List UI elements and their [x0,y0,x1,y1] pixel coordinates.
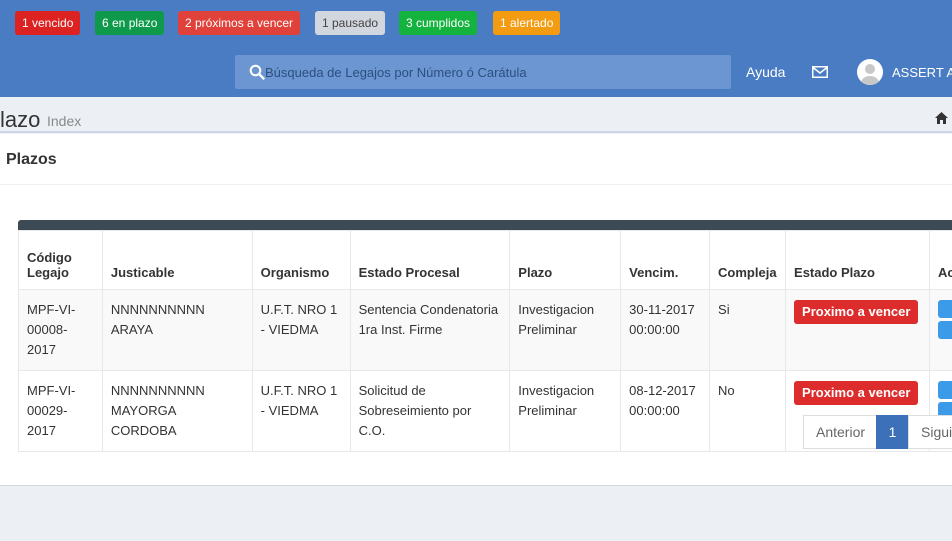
badge-vencido[interactable]: 1 vencido [15,11,81,35]
col-organismo[interactable]: Organismo [251,230,351,290]
col-acciones: Ac [929,230,952,290]
badge-en-plazo[interactable]: 6 en plazo [95,11,165,35]
cell-estado-procesal: Sentencia Condenatoria 1ra Inst. Firme [349,289,511,371]
col-plazo[interactable]: Plazo [509,230,622,290]
top-navbar: 1 vencido 6 en plazo 2 próximos a vencer… [0,0,952,97]
user-name[interactable]: ASSERT AS [892,65,952,80]
table-header-row: Código Legajo Justicable Organismo Estad… [18,230,952,290]
cell-justicable: NNNNNNNNNN MAYORGA CORDOBA [101,370,253,452]
cell-organismo: U.F.T. NRO 1 - VIEDMA [251,289,351,371]
pagination-next[interactable]: Siguiente [908,415,952,449]
col-estado-procesal[interactable]: Estado Procesal [349,230,511,290]
cell-plazo: Investigacion Preliminar [509,370,622,452]
box-divider [0,184,952,185]
help-link[interactable]: Ayuda [746,64,785,80]
edit-icon[interactable] [938,321,952,339]
home-icon[interactable] [935,112,948,124]
search-input[interactable] [265,55,725,89]
col-compleja[interactable]: Compleja [709,230,787,290]
col-vencim[interactable]: Vencim. [620,230,711,290]
cell-organismo: U.F.T. NRO 1 - VIEDMA [251,370,351,452]
pagination-prev[interactable]: Anterior [803,415,877,449]
cell-justicable: NNNNNNNNNN ARAYA [101,289,253,371]
status-badge: Proximo a vencer [794,300,919,324]
cell-legajo: MPF-VI-00008-2017 [18,289,103,371]
cell-compleja: No [709,370,787,452]
content-header [0,97,952,133]
badge-proximos-a-vencer[interactable]: 2 próximos a vencer [178,11,301,35]
box-title: Plazos [6,151,57,168]
col-codigo-legajo[interactable]: Código Legajo [18,230,103,290]
cell-estado-plazo: Proximo a vencer [785,289,931,371]
pagination-page-1[interactable]: 1 [876,415,909,449]
badge-alertado[interactable]: 1 alertado [493,11,561,35]
cell-plazo: Investigacion Preliminar [509,289,622,371]
cell-compleja: Si [709,289,787,371]
cell-vencim: 30-11-2017 00:00:00 [620,289,711,371]
search-icon [249,64,265,80]
table-header-bar [18,220,952,230]
page-title: lazo [0,107,41,132]
cell-legajo: MPF-VI-00029-2017 [18,370,103,452]
avatar[interactable] [857,59,883,85]
search-box[interactable] [235,55,731,89]
envelope-icon[interactable] [812,66,828,78]
user-icon [861,64,879,85]
page-subtitle: Index [47,113,82,129]
badge-pausado[interactable]: 1 pausado [315,11,386,35]
cell-acciones [929,289,952,371]
col-estado-plazo[interactable]: Estado Plazo [785,230,931,290]
undo-icon[interactable] [938,300,952,318]
col-justicable[interactable]: Justicable [101,230,253,290]
undo-icon[interactable] [938,381,952,399]
table-row: MPF-VI-00008-2017 NNNNNNNNNN ARAYA U.F.T… [18,289,952,371]
status-badge: Proximo a vencer [794,381,919,405]
badge-cumplidos[interactable]: 3 cumplidos [399,11,478,35]
cell-vencim: 08-12-2017 00:00:00 [620,370,711,452]
cell-estado-procesal: Solicitud de Sobreseimiento por C.O. [349,370,511,452]
